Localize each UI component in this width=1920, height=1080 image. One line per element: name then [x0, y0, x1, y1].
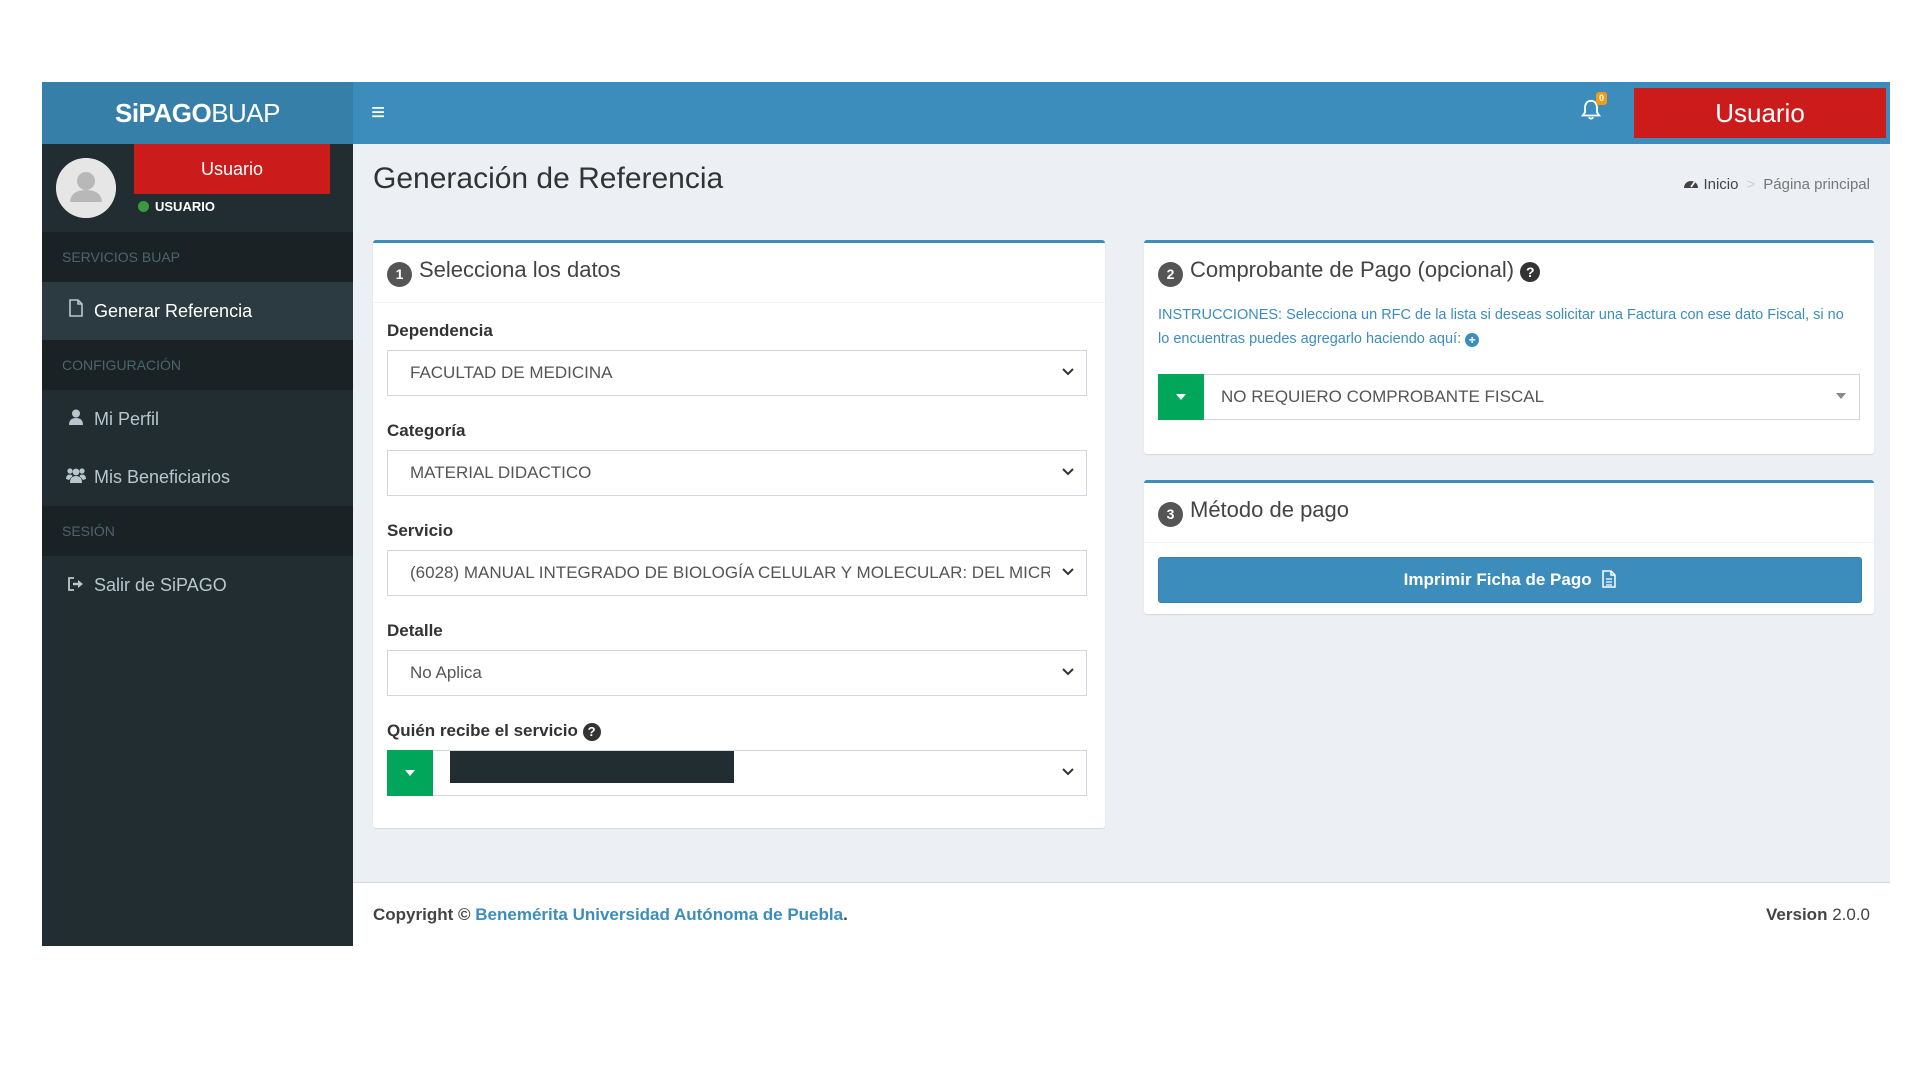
question-circle-icon[interactable]: ?	[582, 723, 601, 741]
question-circle-icon[interactable]: ?	[1520, 262, 1541, 282]
step1-title: 1 Selecciona los datos	[387, 257, 621, 287]
print-button-label: Imprimir Ficha de Pago	[1403, 570, 1592, 589]
step3-number-badge: 3	[1158, 502, 1183, 527]
redacted-name	[450, 751, 734, 783]
step2-instructions: INSTRUCCIONES: Selecciona un RFC de la l…	[1158, 303, 1858, 351]
step2-title: 2 Comprobante de Pago (opcional) ?	[1158, 257, 1541, 287]
main-content: Generación de Referencia Inicio > Página p…	[353, 144, 1890, 882]
page-title: Generación de Referencia	[373, 162, 724, 195]
notifications-bell-icon[interactable]: 0	[1580, 92, 1610, 128]
step3-divider	[1144, 542, 1874, 543]
dashboard-icon	[1683, 176, 1703, 193]
step2-box: 2 Comprobante de Pago (opcional) ? INSTRU…	[1144, 240, 1874, 454]
footer: Copyright © Benemérita Universidad Autón…	[353, 882, 1890, 946]
rfc-value: NO REQUIERO COMPROBANTE FISCAL	[1221, 387, 1545, 406]
user-avatar-icon	[56, 158, 116, 218]
breadcrumb: Inicio > Página principal	[1683, 176, 1870, 193]
print-payment-slip-button[interactable]: Imprimir Ficha de Pago	[1158, 557, 1862, 603]
servicio-label: Servicio	[387, 521, 454, 540]
servicio-value: (6028) MANUAL INTEGRADO DE BIOLOGÍA CELU…	[410, 563, 1050, 582]
chevron-down-icon	[1060, 451, 1076, 495]
step3-title-text: Método de pago	[1190, 497, 1350, 522]
version-label: Version	[1766, 905, 1828, 924]
receptor-label-text: Quién recibe el servicio	[387, 721, 578, 740]
sidebar-item-label: Generar Referencia	[94, 301, 253, 321]
step1-number-badge: 1	[387, 262, 412, 287]
instructions-text: INSTRUCCIONES: Selecciona un RFC de la l…	[1158, 307, 1844, 347]
breadcrumb-home-link[interactable]: Inicio	[1703, 176, 1738, 193]
sidebar: Usuario USUARIO SERVICIOS BUAP Generar R…	[42, 144, 353, 946]
logo-light-text: BUAP	[211, 98, 280, 128]
receptor-dropdown-button[interactable]	[387, 750, 433, 796]
copyright-label: Copyright ©	[373, 905, 471, 924]
version-number: 2.0.0	[1832, 905, 1870, 924]
sidebar-item-label: Mis Beneficiarios	[94, 467, 231, 487]
footer-copyright: Copyright © Benemérita Universidad Autón…	[373, 905, 848, 925]
user-icon	[66, 392, 86, 450]
caret-down-icon	[1176, 394, 1186, 400]
detalle-value: No Aplica	[410, 663, 482, 682]
user-role: USUARIO	[155, 199, 215, 214]
avatar	[56, 158, 116, 218]
user-panel: Usuario USUARIO	[42, 144, 353, 232]
top-navbar: SiPAGOBUAP ≡ 0 Usuario	[42, 82, 1890, 144]
step2-title-text: Comprobante de Pago (opcional)	[1190, 257, 1515, 282]
dependencia-select[interactable]: FACULTAD DE MEDICINA	[387, 350, 1087, 396]
logo-bold-text: SiPAGO	[114, 98, 212, 128]
menu-header-configuracion: CONFIGURACIÓN	[42, 340, 353, 390]
org-link[interactable]: Benemérita Universidad Autónoma de Puebl…	[475, 905, 843, 924]
servicio-select[interactable]: (6028) MANUAL INTEGRADO DE BIOLOGÍA CELU…	[387, 550, 1087, 596]
user-status: USUARIO	[138, 198, 215, 216]
chevron-down-icon	[1060, 351, 1076, 395]
caret-down-icon	[405, 770, 415, 776]
categoria-select[interactable]: MATERIAL DIDACTICO	[387, 450, 1087, 496]
detalle-select[interactable]: No Aplica	[387, 650, 1087, 696]
chevron-down-icon	[1060, 651, 1076, 695]
step1-title-text: Selecciona los datos	[419, 257, 621, 282]
sidebar-item-salir[interactable]: Salir de SiPAGO	[42, 556, 353, 614]
step1-box: 1 Selecciona los datos Dependencia FACULT…	[373, 240, 1105, 828]
rfc-dropdown-button[interactable]	[1158, 374, 1204, 420]
sign-out-icon	[66, 558, 86, 616]
step3-box: 3 Método de pago Imprimir Ficha de Pago	[1144, 480, 1874, 614]
sidebar-item-mi-perfil[interactable]: Mi Perfil	[42, 390, 353, 448]
chevron-down-icon	[1060, 751, 1076, 795]
sidebar-user-name: Usuario	[134, 144, 330, 194]
categoria-value: MATERIAL DIDACTICO	[410, 463, 592, 482]
receptor-label: Quién recibe el servicio ?	[387, 721, 601, 741]
app-window: SiPAGOBUAP ≡ 0 Usuario Usuario USUARIO S…	[42, 82, 1890, 946]
user-menu-button[interactable]: Usuario	[1634, 88, 1886, 138]
detalle-label: Detalle	[387, 621, 443, 640]
dependencia-label: Dependencia	[387, 321, 493, 340]
period: .	[843, 905, 848, 924]
step2-number-badge: 2	[1158, 262, 1183, 287]
sidebar-toggle-button[interactable]: ≡	[371, 100, 393, 126]
menu-header-sesion: SESIÓN	[42, 506, 353, 556]
file-icon	[66, 284, 86, 342]
categoria-label: Categoría	[387, 421, 466, 440]
caret-down-icon	[1833, 375, 1849, 419]
menu-header-servicios: SERVICIOS BUAP	[42, 232, 353, 282]
notifications-count-badge: 0	[1596, 92, 1608, 105]
app-logo[interactable]: SiPAGOBUAP	[42, 82, 353, 144]
breadcrumb-current: Página principal	[1763, 176, 1870, 193]
sidebar-item-label: Salir de SiPAGO	[94, 575, 227, 595]
rfc-select[interactable]: NO REQUIERO COMPROBANTE FISCAL	[1158, 374, 1860, 420]
sidebar-item-label: Mi Perfil	[94, 409, 160, 429]
file-text-icon	[1602, 570, 1617, 588]
step3-title: 3 Método de pago	[1158, 497, 1349, 527]
sidebar-item-generar-referencia[interactable]: Generar Referencia	[42, 282, 353, 340]
online-status-icon	[138, 201, 149, 212]
footer-version: Version 2.0.0	[1766, 905, 1870, 925]
breadcrumb-separator: >	[1746, 176, 1756, 193]
step1-divider	[373, 302, 1105, 303]
sidebar-item-mis-beneficiarios[interactable]: Mis Beneficiarios	[42, 448, 353, 506]
chevron-down-icon	[1060, 551, 1076, 595]
users-icon	[66, 450, 86, 508]
dependencia-value: FACULTAD DE MEDICINA	[410, 363, 613, 382]
plus-circle-icon[interactable]: +	[1465, 333, 1480, 347]
